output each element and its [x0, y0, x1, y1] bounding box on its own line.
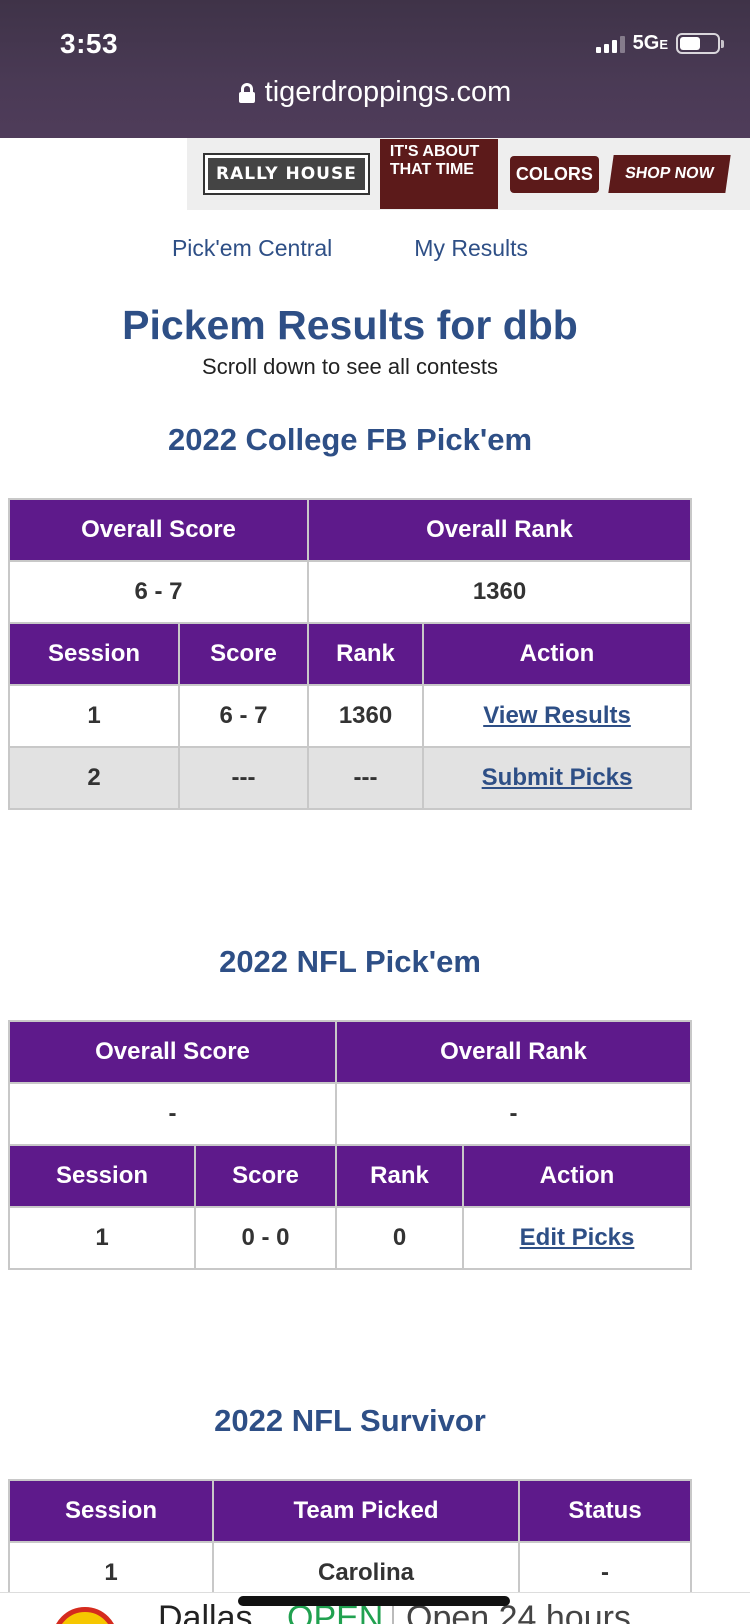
home-indicator[interactable] — [238, 1596, 510, 1606]
pickem-central-link[interactable]: Pick'em Central — [172, 235, 332, 262]
score-cell: 6 - 7 — [177, 684, 310, 748]
rank-cell: 1360 — [307, 684, 425, 748]
cfb-overall-header-row: Overall Score Overall Rank — [7, 498, 693, 562]
cfb-contest-title: 2022 College FB Pick'em — [167, 422, 533, 457]
nfl-overall-rank-header: Overall Rank — [335, 1020, 693, 1084]
nfl-session-header-row: Session Score Rank Action — [8, 1144, 693, 1208]
status-icons: 5GE — [595, 32, 724, 55]
cfb-session-header: Session — [8, 622, 180, 686]
nfl-results-table: Overall Score Overall Rank - - Session S… — [7, 1020, 693, 1270]
session-cell: 1 — [8, 684, 180, 748]
rank-cell: --- — [307, 746, 425, 810]
nfl-overall-score: - — [7, 1082, 338, 1146]
nfl-overall-rank: - — [335, 1082, 693, 1146]
edit-picks-link[interactable]: Edit Picks — [520, 1224, 635, 1251]
score-cell: 0 - 0 — [193, 1206, 338, 1270]
cfb-session-header-row: Session Score Rank Action — [8, 622, 693, 686]
ad-banner[interactable]: RALLY HOUSE IT'S ABOUT THAT TIME COLORS … — [187, 138, 750, 210]
cfb-results-table: Overall Score Overall Rank 6 - 7 1360 Se… — [7, 498, 693, 810]
url-bar[interactable]: tigerdroppings.com — [0, 76, 750, 109]
network-indicator: 5GE — [632, 32, 668, 54]
cfb-rank-header: Rank — [307, 622, 425, 686]
session-cell: 2 — [8, 746, 180, 810]
nfl-rank-header: Rank — [335, 1144, 465, 1208]
page-nav: Pick'em Central My Results — [0, 235, 700, 262]
cfb-overall-rank: 1360 — [307, 560, 693, 624]
page-subtitle: Scroll down to see all contests — [202, 354, 498, 379]
my-results-link[interactable]: My Results — [414, 235, 528, 262]
signal-icon — [595, 35, 625, 53]
ad-about-time: IT'S ABOUT THAT TIME — [379, 139, 498, 209]
cfb-overall-score-header: Overall Score — [7, 498, 310, 562]
browser-top-bar: 3:53 5GE tigerdroppings.com — [0, 0, 750, 138]
lock-icon — [238, 82, 255, 103]
rank-cell: 0 — [335, 1206, 465, 1270]
cfb-action-header: Action — [422, 622, 693, 686]
survivor-status-header: Status — [518, 1479, 692, 1543]
page-title: Pickem Results for dbb — [122, 302, 578, 348]
score-cell: --- — [177, 746, 310, 810]
ad-rally-house-logo: RALLY HOUSE — [203, 153, 370, 195]
table-row: 1 6 - 7 1360 View Results — [8, 684, 693, 748]
action-cell: Edit Picks — [462, 1206, 693, 1270]
action-cell: Submit Picks — [422, 746, 693, 810]
cfb-score-header: Score — [177, 622, 310, 686]
nfl-action-header: Action — [462, 1144, 693, 1208]
submit-picks-link[interactable]: Submit Picks — [482, 764, 633, 791]
survivor-contest-title: 2022 NFL Survivor — [214, 1403, 486, 1438]
shell-logo-icon — [52, 1607, 118, 1624]
survivor-team-header: Team Picked — [212, 1479, 520, 1543]
session-cell: 1 — [8, 1206, 196, 1270]
view-results-link[interactable]: View Results — [483, 702, 631, 729]
battery-icon — [676, 33, 724, 54]
table-row: 1 0 - 0 0 Edit Picks — [8, 1206, 693, 1270]
survivor-header-row: Session Team Picked Status — [8, 1479, 692, 1543]
cfb-overall-rank-header: Overall Rank — [307, 498, 693, 562]
ad-shop-now-button[interactable]: SHOP NOW — [608, 155, 731, 193]
status-time: 3:53 — [60, 28, 119, 59]
nfl-score-header: Score — [193, 1144, 338, 1208]
ad-college-colors: COLORS — [509, 155, 599, 193]
nfl-contest-title: 2022 NFL Pick'em — [219, 944, 481, 979]
cfb-overall-score: 6 - 7 — [7, 560, 310, 624]
survivor-results-table: Session Team Picked Status 1 Carolina - — [8, 1479, 692, 1605]
survivor-session-header: Session — [8, 1479, 214, 1543]
nfl-overall-header-row: Overall Score Overall Rank — [7, 1020, 693, 1084]
url-text: tigerdroppings.com — [264, 76, 512, 108]
nfl-overall-score-header: Overall Score — [7, 1020, 338, 1084]
action-cell: View Results — [422, 684, 693, 748]
cfb-overall-values-row: 6 - 7 1360 — [7, 560, 693, 624]
table-row: 2 --- --- Submit Picks — [8, 746, 693, 810]
nfl-overall-values-row: - - — [7, 1082, 693, 1146]
nfl-session-header: Session — [8, 1144, 196, 1208]
